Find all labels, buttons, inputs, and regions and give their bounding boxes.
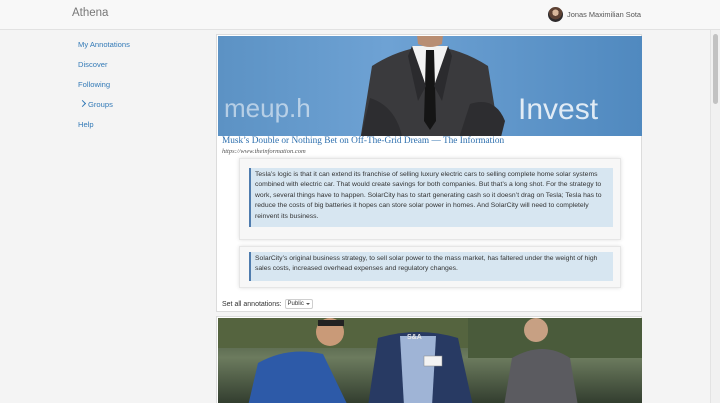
sidebar-item-my-annotations[interactable]: My Annotations — [78, 40, 130, 49]
sidebar-item-help[interactable]: Help — [78, 120, 94, 129]
sidebar-item-label: Groups — [88, 100, 113, 109]
image-text-left: meup.h — [224, 93, 311, 123]
scrollbar-thumb[interactable] — [713, 34, 718, 104]
people-photo — [218, 318, 642, 403]
sidebar-item-discover[interactable]: Discover — [78, 60, 108, 69]
user-name[interactable]: Jonas Maximilian Sota — [567, 10, 641, 19]
annotation-quote-2: SolarCity’s original business strategy, … — [249, 252, 613, 281]
article-title-link[interactable]: Musk’s Double or Nothing Bet on Off-The-… — [222, 136, 504, 146]
annotation-quote-1: Tesla’s logic is that it can extend its … — [249, 168, 613, 227]
user-menu[interactable]: Jonas Maximilian Sota — [548, 7, 641, 22]
top-navbar: Athena Jonas Maximilian Sota — [0, 0, 720, 30]
article-card-2: S&A — [216, 316, 642, 403]
article-image[interactable]: meup.h Invest — [218, 36, 642, 136]
visibility-select[interactable]: Public — [284, 299, 313, 309]
article-card: meup.h Invest Musk’s Double or Nothing B… — [216, 34, 642, 312]
person-figure — [360, 36, 505, 136]
article-image-2[interactable]: S&A — [218, 318, 642, 403]
sidebar-item-groups[interactable]: Groups — [78, 99, 113, 109]
visibility-select-value: Public — [287, 301, 304, 307]
annotation-card-1: Tesla’s logic is that it can extend its … — [239, 158, 621, 240]
sidebar-item-following[interactable]: Following — [78, 80, 110, 89]
chevron-right-icon — [78, 99, 87, 108]
set-all-label: Set all annotations: — [222, 300, 282, 308]
caret-down-icon — [305, 303, 310, 305]
page-scrollbar[interactable] — [710, 30, 720, 403]
set-all-annotations: Set all annotations: Public — [222, 299, 313, 309]
image-text-right: Invest — [518, 93, 599, 126]
brand-name[interactable]: Athena — [72, 7, 108, 19]
annotation-card-2: SolarCity’s original business strategy, … — [239, 246, 621, 288]
avatar[interactable] — [548, 7, 564, 22]
article-url[interactable]: https://www.theinformation.com — [222, 148, 306, 155]
badge-logo-text: S&A — [407, 334, 422, 341]
